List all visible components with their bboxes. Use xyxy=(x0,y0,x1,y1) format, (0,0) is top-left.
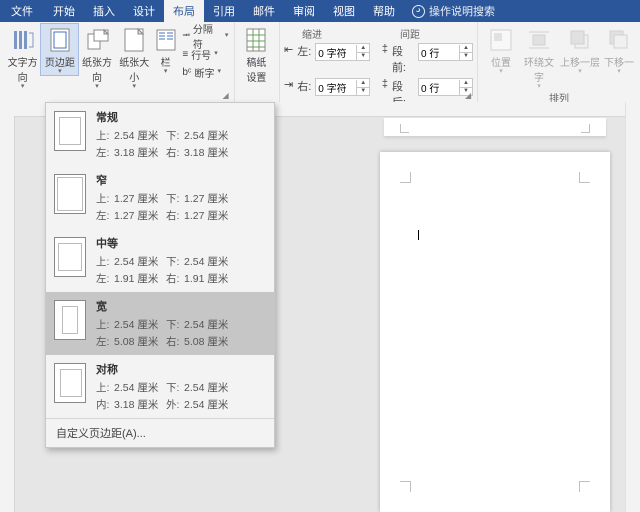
caret-icon: ▾ xyxy=(41,69,78,75)
space-before-spinner[interactable]: ▲▼ xyxy=(418,43,473,61)
caret-icon: ▾ xyxy=(217,69,221,75)
crop-mark xyxy=(400,172,411,183)
space-before-input[interactable] xyxy=(419,47,459,58)
orientation-icon xyxy=(78,26,115,54)
tab-file[interactable]: 文件 xyxy=(0,0,44,22)
line-numbers-icon: ≡ xyxy=(182,49,188,60)
spinner-down[interactable]: ▼ xyxy=(357,53,369,60)
margins-mirrored-icon xyxy=(54,363,86,403)
group-arrange: 位置▾ 环绕文字▾ 上移一层▾ 下移一▾ 排列 xyxy=(478,22,640,102)
crop-mark xyxy=(579,481,590,492)
indent-right-input[interactable] xyxy=(316,82,356,93)
orientation-button[interactable]: 纸张方向▾ xyxy=(78,24,115,90)
indent-left-input[interactable] xyxy=(316,47,356,58)
text-cursor xyxy=(418,230,419,240)
tab-home[interactable]: 开始 xyxy=(44,0,84,22)
indent-header: 缩进 xyxy=(284,26,400,41)
indent-left-label: 左: xyxy=(297,43,311,75)
margins-narrow-icon xyxy=(54,174,86,214)
indent-left-icon: ⇤ xyxy=(284,43,293,75)
margins-normal-icon xyxy=(54,111,86,151)
caret-icon: ▾ xyxy=(214,51,218,57)
columns-icon xyxy=(153,26,178,54)
bring-forward-icon xyxy=(558,26,602,54)
group-page-setup: 文字方向▾ 页边距▾ 纸张方向▾ 纸张大小▾ xyxy=(0,22,235,102)
text-direction-icon xyxy=(4,26,41,54)
margins-option-normal[interactable]: 常规 上:2.54 厘米下:2.54 厘米 左:3.18 厘米右:3.18 厘米 xyxy=(46,103,274,166)
group-paragraph: 缩进 间距 ⇤ 左: ▲▼ ‡ 段前: ▲▼ ⇥ 右: ▲▼ ‡ 段后: ▲▼ xyxy=(280,22,478,102)
paragraph-dialog-launcher[interactable]: ◢ xyxy=(465,91,475,101)
group-docgrid: 稿纸 设置 xyxy=(235,22,280,102)
margins-wide-icon xyxy=(54,300,86,340)
tab-references[interactable]: 引用 xyxy=(204,0,244,22)
document-page[interactable] xyxy=(380,152,610,512)
space-before-icon: ‡ xyxy=(382,43,388,75)
tell-me-label: 操作说明搜索 xyxy=(429,3,495,19)
margins-option-moderate[interactable]: 中等 上:2.54 厘米下:2.54 厘米 左:1.91 厘米右:1.91 厘米 xyxy=(46,229,274,292)
previous-page-edge xyxy=(384,118,606,136)
position-button: 位置▾ xyxy=(482,24,520,75)
space-after-input[interactable] xyxy=(419,82,459,93)
margins-custom-button[interactable]: 自定义页边距(A)... xyxy=(46,418,274,447)
spinner-up[interactable]: ▲ xyxy=(357,80,369,88)
space-before-label: 段前: xyxy=(392,43,414,75)
breaks-button[interactable]: ⭲分隔符 ▾ xyxy=(182,27,228,45)
wrap-text-icon xyxy=(520,26,558,54)
margins-icon xyxy=(41,26,78,54)
hyphenation-icon: bᶜ xyxy=(182,67,191,78)
spacing-header: 间距 xyxy=(400,26,420,41)
crop-mark xyxy=(581,124,590,133)
margins-option-mirrored[interactable]: 对称 上:2.54 厘米下:2.54 厘米 内:3.18 厘米外:2.54 厘米 xyxy=(46,355,274,418)
tab-help[interactable]: 帮助 xyxy=(364,0,404,22)
docgrid-icon xyxy=(239,26,273,54)
caret-icon: ▾ xyxy=(116,84,153,90)
tab-design[interactable]: 设计 xyxy=(124,0,164,22)
vertical-ruler[interactable] xyxy=(0,116,15,512)
margins-moderate-icon xyxy=(54,237,86,277)
tab-mailings[interactable]: 邮件 xyxy=(244,0,284,22)
tab-layout[interactable]: 布局 xyxy=(164,0,204,22)
caret-icon: ▾ xyxy=(225,33,229,39)
docgrid-button[interactable]: 稿纸 设置 xyxy=(239,24,273,84)
spinner-down[interactable]: ▼ xyxy=(357,88,369,95)
send-backward-button: 下移一▾ xyxy=(602,24,636,75)
caret-icon: ▾ xyxy=(78,84,115,90)
bring-forward-button: 上移一层▾ xyxy=(558,24,602,75)
margins-button[interactable]: 页边距▾ xyxy=(40,23,79,76)
caret-icon: ▾ xyxy=(153,69,178,75)
vertical-scrollbar[interactable] xyxy=(625,102,640,512)
size-icon xyxy=(116,26,153,54)
position-icon xyxy=(482,26,520,54)
crop-mark xyxy=(579,172,590,183)
spinner-up[interactable]: ▲ xyxy=(460,45,472,53)
tab-view[interactable]: 视图 xyxy=(324,0,364,22)
columns-button[interactable]: 栏▾ xyxy=(153,24,178,75)
margins-dropdown: 常规 上:2.54 厘米下:2.54 厘米 左:3.18 厘米右:3.18 厘米… xyxy=(45,102,275,448)
tab-insert[interactable]: 插入 xyxy=(84,0,124,22)
spinner-up[interactable]: ▲ xyxy=(460,80,472,88)
breaks-icon: ⭲ xyxy=(182,28,190,45)
caret-icon: ▾ xyxy=(4,84,41,90)
page-setup-dialog-launcher[interactable]: ◢ xyxy=(222,91,232,101)
tab-strip: 文件 开始 插入 设计 布局 引用 邮件 审阅 视图 帮助 操作说明搜索 xyxy=(0,0,640,22)
text-direction-button[interactable]: 文字方向▾ xyxy=(4,24,41,90)
send-backward-icon xyxy=(602,26,636,54)
margins-option-wide[interactable]: 宽 上:2.54 厘米下:2.54 厘米 左:5.08 厘米右:5.08 厘米 xyxy=(46,292,274,355)
indent-right-spinner[interactable]: ▲▼ xyxy=(315,78,370,96)
hyphenation-button[interactable]: bᶜ断字 ▾ xyxy=(182,63,228,81)
ribbon: 文字方向▾ 页边距▾ 纸张方向▾ 纸张大小▾ xyxy=(0,22,640,103)
tab-review[interactable]: 审阅 xyxy=(284,0,324,22)
bulb-icon xyxy=(412,5,425,18)
indent-left-spinner[interactable]: ▲▼ xyxy=(315,43,370,61)
spinner-up[interactable]: ▲ xyxy=(357,45,369,53)
margins-option-narrow[interactable]: 窄 上:1.27 厘米下:1.27 厘米 左:1.27 厘米右:1.27 厘米 xyxy=(46,166,274,229)
tell-me-search[interactable]: 操作说明搜索 xyxy=(404,0,503,22)
wrap-text-button: 环绕文字▾ xyxy=(520,24,558,90)
spinner-down[interactable]: ▼ xyxy=(460,53,472,60)
crop-mark xyxy=(400,481,411,492)
crop-mark xyxy=(400,124,409,133)
size-button[interactable]: 纸张大小▾ xyxy=(116,24,153,90)
